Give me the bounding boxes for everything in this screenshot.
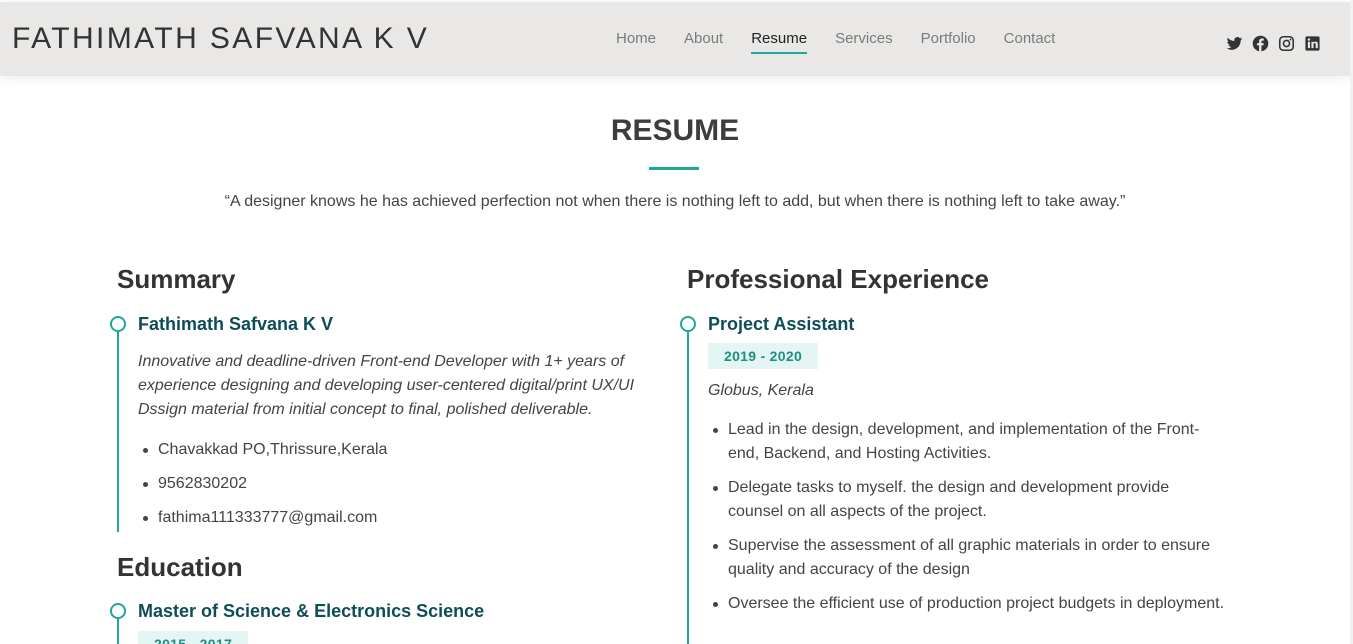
education-degree: Master of Science & Electronics Science bbox=[138, 601, 485, 621]
facebook-icon[interactable] bbox=[1252, 35, 1269, 52]
summary-description: Innovative and deadline-driven Front-end… bbox=[138, 353, 635, 418]
experience-item: Project Assistant 2019 - 2020 Globus, Ke… bbox=[680, 314, 1247, 644]
duty-item: Oversee the efficient use of production … bbox=[708, 592, 1228, 616]
contact-email: fathima111333777@gmail.com bbox=[138, 506, 657, 530]
education-years-badge: 2015 - 2017 bbox=[138, 631, 249, 644]
timeline-dot bbox=[110, 603, 126, 619]
linkedin-icon[interactable] bbox=[1304, 35, 1321, 52]
site-logo[interactable]: FATHIMATH SAFVANA K V bbox=[12, 22, 429, 56]
summary-item: Fathimath Safvana K V Innovative and dea… bbox=[110, 314, 657, 532]
main-nav: Home About Resume Services Portfolio Con… bbox=[602, 30, 1069, 54]
nav-portfolio[interactable]: Portfolio bbox=[921, 30, 976, 47]
summary-name: Fathimath Safvana K V bbox=[138, 314, 334, 334]
timeline-dot bbox=[110, 316, 126, 332]
experience-years-badge: 2019 - 2020 bbox=[708, 343, 819, 369]
nav-contact[interactable]: Contact bbox=[1004, 30, 1056, 47]
education-item: Master of Science & Electronics Science … bbox=[110, 601, 657, 644]
twitter-icon[interactable] bbox=[1226, 35, 1243, 52]
duty-item: Lead in the design, development, and imp… bbox=[708, 418, 1228, 466]
nav-about[interactable]: About bbox=[684, 30, 723, 47]
timeline-dot bbox=[680, 316, 696, 332]
title-underline bbox=[649, 167, 699, 170]
site-header: FATHIMATH SAFVANA K V Home About Resume … bbox=[0, 2, 1350, 76]
social-links bbox=[1226, 35, 1321, 52]
contact-list: Chavakkad PO,Thrissure,Kerala 9562830202… bbox=[138, 438, 657, 530]
instagram-icon[interactable] bbox=[1278, 35, 1295, 52]
section-quote: “A designer knows he has achieved perfec… bbox=[224, 193, 1126, 210]
experience-role: Project Assistant bbox=[708, 314, 855, 334]
experience-title: Professional Experience bbox=[687, 264, 990, 294]
duty-item: Delegate tasks to myself. the design and… bbox=[708, 476, 1228, 524]
section-title: RESUME bbox=[610, 114, 740, 147]
contact-address: Chavakkad PO,Thrissure,Kerala bbox=[138, 438, 657, 462]
nav-home[interactable]: Home bbox=[616, 30, 656, 47]
duty-item: Supervise the assessment of all graphic … bbox=[708, 534, 1228, 582]
experience-place: Globus, Kerala bbox=[708, 382, 814, 399]
duty-list: Lead in the design, development, and imp… bbox=[708, 418, 1228, 616]
nav-resume[interactable]: Resume bbox=[751, 30, 807, 54]
nav-services[interactable]: Services bbox=[835, 30, 893, 47]
contact-phone: 9562830202 bbox=[138, 472, 657, 496]
education-title: Education bbox=[117, 552, 243, 582]
summary-title: Summary bbox=[117, 264, 236, 294]
